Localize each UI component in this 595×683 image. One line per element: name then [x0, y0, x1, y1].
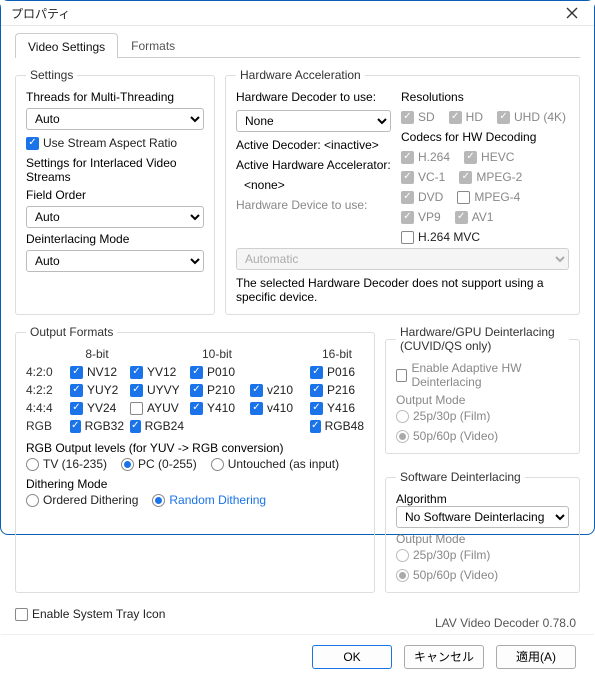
fmt-v210[interactable]: v210 [250, 383, 304, 397]
hw-deint-group: Hardware/GPU Deinterlacing (CUVID/QS onl… [385, 325, 580, 454]
hw-note: The selected Hardware Decoder does not s… [236, 276, 569, 304]
codec-mpeg4[interactable]: MPEG-4 [457, 190, 520, 204]
stream-aspect-checkbox[interactable]: Use Stream Aspect Ratio [26, 136, 204, 150]
sw-deint-group: Software Deinterlacing Algorithm No Soft… [385, 470, 580, 593]
settings-group: Settings Threads for Multi-Threading Aut… [15, 68, 215, 315]
hwaccel-legend: Hardware Acceleration [236, 68, 365, 82]
fmt-yv12[interactable]: YV12 [130, 365, 184, 379]
field-order-label: Field Order [26, 188, 204, 202]
fmt-p216[interactable]: P216 [310, 383, 364, 397]
sw-algo-select[interactable]: No Software Deinterlacing [396, 506, 569, 528]
active-accel-label: Active Hardware Accelerator: [236, 158, 391, 172]
interlaced-label: Settings for Interlaced Video Streams [26, 156, 204, 184]
active-decoder-label: Active Decoder: [236, 138, 321, 152]
fmt-v410[interactable]: v410 [250, 401, 304, 415]
sw-deint-legend: Software Deinterlacing [396, 470, 525, 484]
threads-select[interactable]: Auto [26, 108, 204, 130]
rgb-levels-label: RGB Output levels (for YUV -> RGB conver… [26, 441, 364, 455]
sw-film-radio[interactable]: 25p/30p (Film) [396, 548, 490, 562]
tab-formats[interactable]: Formats [118, 32, 188, 57]
hwaccel-group: Hardware Acceleration Hardware Decoder t… [225, 68, 580, 315]
sw-algo-label: Algorithm [396, 492, 569, 506]
hw-decoder-select[interactable]: None [236, 110, 391, 132]
codec-h264[interactable]: H.264 [401, 150, 450, 164]
res-uhd-checkbox[interactable]: UHD (4K) [497, 110, 566, 124]
fmt-yuy2[interactable]: YUY2 [70, 383, 124, 397]
fmt-yv24[interactable]: YV24 [70, 401, 124, 415]
dither-random-radio[interactable]: Random Dithering [152, 493, 266, 507]
fmt-rgb48[interactable]: RGB48 [310, 419, 364, 433]
fmt-p016[interactable]: P016 [310, 365, 364, 379]
rgb-pc-radio[interactable]: PC (0-255) [121, 457, 197, 471]
deint-mode-label: Deinterlacing Mode [26, 232, 204, 246]
deint-mode-select[interactable]: Auto [26, 250, 204, 272]
output-formats-legend: Output Formats [26, 325, 117, 339]
codec-mpeg2[interactable]: MPEG-2 [459, 170, 522, 184]
codec-dvd[interactable]: DVD [401, 190, 443, 204]
window-title: プロパティ [11, 5, 70, 22]
fmt-uyvy[interactable]: UYVY [130, 383, 184, 397]
checkbox-icon [26, 137, 39, 150]
fmt-p210[interactable]: P210 [190, 383, 244, 397]
codec-h264mvc[interactable]: H.264 MVC [401, 230, 480, 244]
settings-legend: Settings [26, 68, 77, 82]
res-sd-checkbox[interactable]: SD [401, 110, 435, 124]
hw-adaptive-checkbox[interactable]: Enable Adaptive HW Deinterlacing [396, 361, 569, 389]
rgb-untouched-radio[interactable]: Untouched (as input) [211, 457, 339, 471]
hw-decoder-label: Hardware Decoder to use: [236, 90, 391, 104]
fmt-nv12[interactable]: NV12 [70, 365, 124, 379]
codec-av1[interactable]: AV1 [455, 210, 494, 224]
fmt-rgb32[interactable]: RGB32 [70, 419, 124, 433]
fmt-p010[interactable]: P010 [190, 365, 244, 379]
codec-vc1[interactable]: VC-1 [401, 170, 445, 184]
codec-hevc[interactable]: HEVC [464, 150, 514, 164]
tab-video-settings[interactable]: Video Settings [15, 33, 118, 58]
version-label: LAV Video Decoder 0.78.0 [435, 616, 576, 630]
hw-device-label: Hardware Device to use: [236, 198, 391, 212]
hw-deint-legend: Hardware/GPU Deinterlacing (CUVID/QS onl… [396, 325, 569, 353]
resolutions-label: Resolutions [401, 90, 569, 104]
hw-film-radio[interactable]: 25p/30p (Film) [396, 409, 490, 423]
dither-ordered-radio[interactable]: Ordered Dithering [26, 493, 138, 507]
dialog-buttons: OK キャンセル 適用(A) [1, 634, 594, 683]
fmt-ayuv[interactable]: AYUV [130, 401, 184, 415]
sw-video-radio[interactable]: 50p/60p (Video) [396, 568, 498, 582]
fmt-y410[interactable]: Y410 [190, 401, 244, 415]
field-order-select[interactable]: Auto [26, 206, 204, 228]
threads-label: Threads for Multi-Threading [26, 90, 204, 104]
fmt-y416[interactable]: Y416 [310, 401, 364, 415]
codecs-label: Codecs for HW Decoding [401, 130, 569, 144]
output-formats-group: Output Formats 8-bit10-bit16-bit 4:2:0 N… [15, 325, 375, 593]
close-button[interactable] [560, 1, 584, 25]
dither-label: Dithering Mode [26, 477, 364, 491]
tray-icon-checkbox[interactable]: Enable System Tray Icon [15, 607, 165, 621]
close-icon [566, 7, 578, 19]
hw-device-select: Automatic [236, 248, 569, 270]
cancel-button[interactable]: キャンセル [404, 645, 484, 669]
tab-bar: Video Settings Formats [15, 32, 580, 58]
rgb-tv-radio[interactable]: TV (16-235) [26, 457, 107, 471]
apply-button[interactable]: 適用(A) [496, 645, 576, 669]
codec-vp9[interactable]: VP9 [401, 210, 441, 224]
titlebar: プロパティ [1, 1, 594, 26]
res-hd-checkbox[interactable]: HD [449, 110, 483, 124]
ok-button[interactable]: OK [312, 645, 392, 669]
hw-video-radio[interactable]: 50p/60p (Video) [396, 429, 498, 443]
fmt-rgb24[interactable]: RGB24 [130, 419, 184, 433]
